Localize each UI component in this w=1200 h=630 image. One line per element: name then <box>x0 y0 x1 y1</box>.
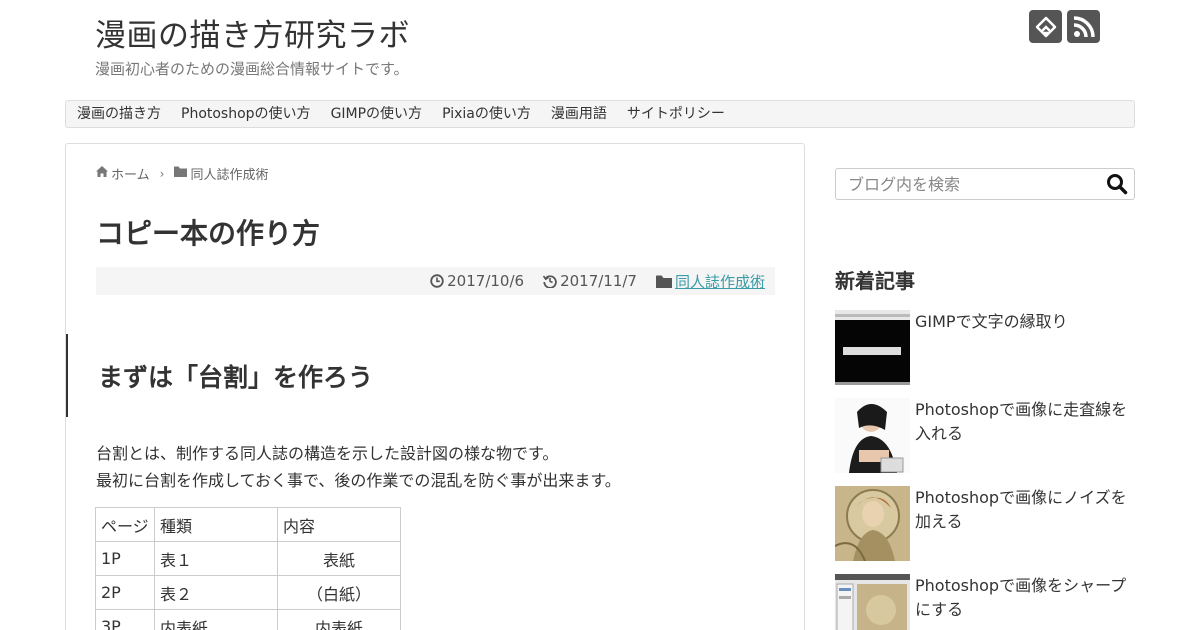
nav-item-site-policy[interactable]: サイトポリシー <box>617 101 735 127</box>
table-row: 1P 表１ 表紙 <box>95 541 401 576</box>
rss-icon[interactable] <box>1067 10 1100 43</box>
table-cell: 表２ <box>154 575 278 610</box>
breadcrumb-home[interactable]: ホーム <box>111 164 150 183</box>
table-cell: 表１ <box>154 541 278 576</box>
recent-post-item[interactable]: Photoshopで画像をシャープにする <box>835 574 1135 630</box>
recent-post-item[interactable]: Photoshopで画像にノイズを加える <box>835 486 1135 562</box>
table-cell: 2P <box>95 575 155 610</box>
chevron-right-icon: › <box>159 166 165 181</box>
breadcrumb-category[interactable]: 同人誌作成術 <box>190 164 268 183</box>
section-heading: まずは「台割」を作ろう <box>66 334 766 417</box>
recent-posts-title: 新着記事 <box>835 269 915 293</box>
table-cell: 3P <box>95 609 155 630</box>
post-thumbnail[interactable] <box>835 574 910 630</box>
published-date: 2017/10/6 <box>430 272 524 290</box>
table-cell: 表紙 <box>277 541 401 576</box>
table-header-cell: 種類 <box>154 507 278 542</box>
section-heading-text: まずは「台割」を作ろう <box>98 363 374 392</box>
main-content: ホーム › 同人誌作成術 コピー本の作り方 2017/10/6 2017/11/… <box>65 143 805 630</box>
clock-icon <box>430 274 444 288</box>
table-header-cell: 内容 <box>277 507 401 542</box>
table-cell: 1P <box>95 541 155 576</box>
article-title: コピー本の作り方 <box>96 217 321 250</box>
recent-post-title[interactable]: Photoshopで画像にノイズを加える <box>915 486 1130 534</box>
folder-icon <box>174 166 188 181</box>
folder-icon <box>655 275 672 288</box>
nav-item-pixia[interactable]: Pixiaの使い方 <box>432 101 541 127</box>
header-social-icons <box>1029 10 1100 43</box>
category-link[interactable]: 同人誌作成術 <box>675 271 765 292</box>
article-meta: 2017/10/6 2017/11/7 同人誌作成術 <box>96 267 775 295</box>
nav-item-photoshop[interactable]: Photoshopの使い方 <box>171 101 321 127</box>
nav-item-gimp[interactable]: GIMPの使い方 <box>321 101 433 127</box>
recent-post-item[interactable]: GIMPで文字の縁取り <box>835 310 1135 386</box>
feedly-icon[interactable] <box>1029 10 1062 43</box>
daiwari-table: ページ 種類 内容 1P 表１ 表紙 2P 表２ （白紙） 3P 内表紙 内表紙 <box>95 507 401 630</box>
search-icon[interactable] <box>1106 173 1128 195</box>
recent-post-title[interactable]: Photoshopで画像をシャープにする <box>915 574 1130 622</box>
table-row: 2P 表２ （白紙） <box>95 575 401 610</box>
search-form <box>835 168 1135 200</box>
recent-post-title[interactable]: Photoshopで画像に走査線を入れる <box>915 398 1130 446</box>
post-thumbnail[interactable] <box>835 310 910 385</box>
recent-post-item[interactable]: Photoshopで画像に走査線を入れる <box>835 398 1135 474</box>
table-header-row: ページ 種類 内容 <box>95 507 401 542</box>
paragraph: 最初に台割を作成しておく事で、後の作業での混乱を防ぐ事が出来ます。 <box>96 471 621 490</box>
home-icon <box>96 166 108 181</box>
search-input[interactable] <box>848 169 1098 199</box>
breadcrumb: ホーム › 同人誌作成術 <box>96 164 268 183</box>
nav-item-manga-terms[interactable]: 漫画用語 <box>541 101 617 127</box>
paragraph: 台割とは、制作する同人誌の構造を示した設計図の様な物です。 <box>96 444 559 463</box>
global-nav: 漫画の描き方 Photoshopの使い方 GIMPの使い方 Pixiaの使い方 … <box>65 100 1135 128</box>
post-thumbnail[interactable] <box>835 486 910 561</box>
table-cell: （白紙） <box>277 575 401 610</box>
table-row: 3P 内表紙 内表紙 <box>95 609 401 630</box>
table-header-cell: ページ <box>95 507 155 542</box>
table-cell: 内表紙 <box>277 609 401 630</box>
table-cell: 内表紙 <box>154 609 278 630</box>
recent-post-title[interactable]: GIMPで文字の縁取り <box>915 310 1130 334</box>
history-icon <box>543 275 557 288</box>
site-title[interactable]: 漫画の描き方研究ラボ <box>95 10 410 55</box>
nav-item-manga-drawing[interactable]: 漫画の描き方 <box>67 101 171 127</box>
updated-date: 2017/11/7 <box>543 272 637 290</box>
post-thumbnail[interactable] <box>835 398 910 473</box>
article-category: 同人誌作成術 <box>655 271 765 292</box>
site-tagline: 漫画初心者のための漫画総合情報サイトです。 <box>95 60 409 78</box>
